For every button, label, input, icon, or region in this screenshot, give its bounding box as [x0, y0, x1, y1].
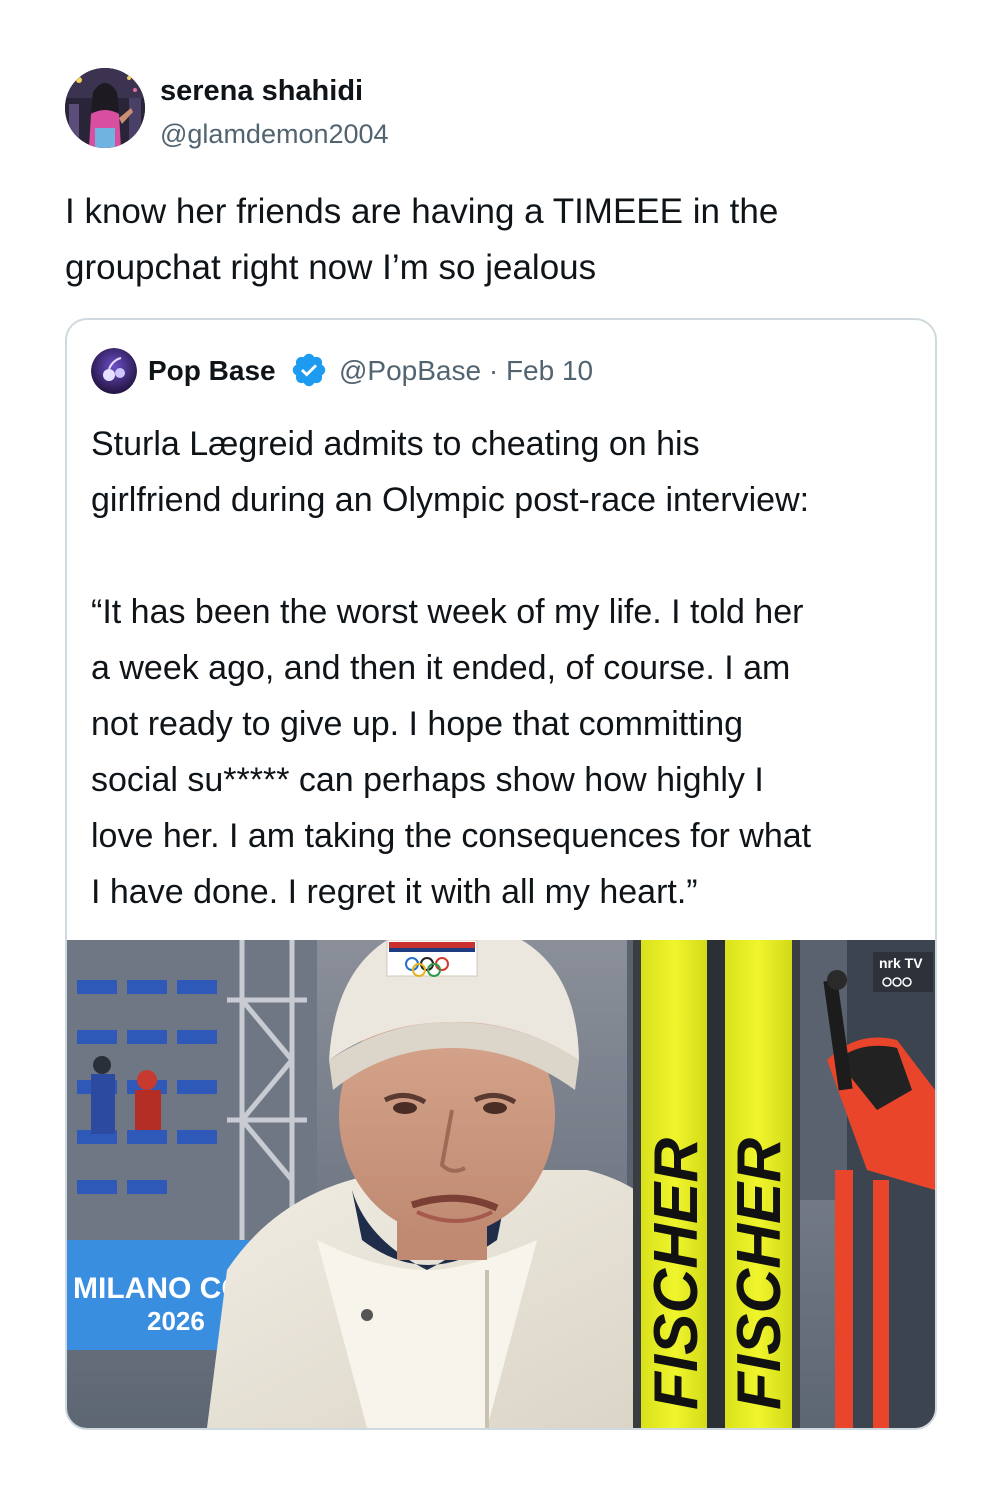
pop-base-logo-icon: [91, 348, 137, 394]
ski-brand-left: FISCHER: [642, 1138, 711, 1410]
quoted-text-line: Sturla Lægreid admits to cheating on his: [91, 425, 700, 463]
quoted-text-line: “It has been the worst week of my life. …: [91, 593, 804, 631]
quoted-text-line: a week ago, and then it ended, of course…: [91, 649, 791, 687]
quoted-tweet-media[interactable]: MILANO COR 2026 FISCHER FISCHER nrk TV: [67, 940, 935, 1428]
author-avatar-image: [65, 68, 145, 148]
quoted-text-line: girlfriend during an Olympic post-race i…: [91, 481, 810, 519]
author-handle[interactable]: @glamdemon2004: [160, 118, 389, 150]
broadcaster-logo: nrk TV: [879, 955, 923, 971]
tweet-text: I know her friends are having a TIMEEE i…: [65, 184, 945, 296]
quoted-text-line: social su***** can perhaps show how high…: [91, 761, 764, 799]
quoted-tweet-text: Sturla Lægreid admits to cheating on his…: [91, 416, 921, 920]
quoted-author-avatar[interactable]: [91, 348, 137, 394]
author-avatar[interactable]: [65, 68, 145, 148]
ski-brand-right: FISCHER: [725, 1138, 794, 1410]
quoted-author-name[interactable]: Pop Base: [148, 354, 276, 388]
skis: FISCHER FISCHER: [633, 940, 800, 1428]
quoted-handle-date[interactable]: @PopBase · Feb 10: [339, 354, 593, 388]
tweet-text-line: groupchat right now I’m so jealous: [65, 248, 597, 287]
quoted-text-line: not ready to give up. I hope that commit…: [91, 705, 744, 743]
banner-text-line2: 2026: [147, 1306, 205, 1336]
verified-badge-icon: [290, 351, 328, 389]
quoted-text-line: I have done. I regret it with all my hea…: [91, 873, 698, 911]
tweet-text-line: I know her friends are having a TIMEEE i…: [65, 192, 779, 231]
athlete-photo: MILANO COR 2026 FISCHER FISCHER nrk TV: [67, 940, 935, 1428]
author-name[interactable]: serena shahidi: [160, 74, 363, 108]
quoted-text-line: love her. I am taking the consequences f…: [91, 817, 812, 855]
quoted-tweet-card[interactable]: Pop Base @PopBase · Feb 10 Sturla Lægrei…: [65, 318, 937, 1430]
